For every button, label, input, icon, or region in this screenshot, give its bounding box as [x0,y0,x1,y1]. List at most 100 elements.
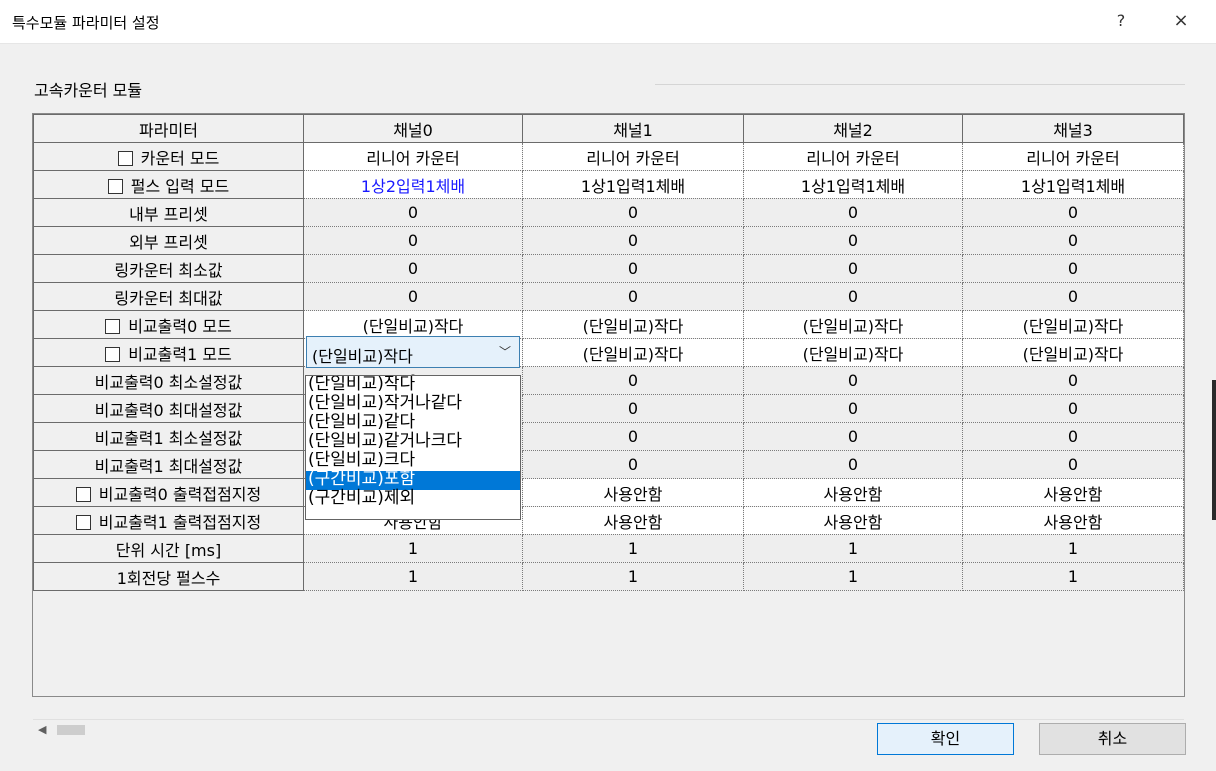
grid-cell[interactable]: 0 [522,282,744,311]
row-checkbox[interactable] [105,318,121,334]
grid-cell[interactable]: 0 [743,198,963,227]
chevron-down-icon[interactable]: ﹀ [499,343,511,360]
grid-cell[interactable]: 1 [962,562,1184,591]
row-header: 비교출력1 모드 [33,338,304,367]
grid-cell[interactable]: 0 [743,366,963,395]
grid-cell[interactable]: 0 [962,450,1184,479]
row-label: 링카운터 최소값 [114,260,223,280]
table-row: 비교출력0 최소설정값0000 [33,366,1184,395]
grid-cell[interactable]: 0 [743,394,963,423]
header-row: 파라미터 채널0 채널1 채널2 채널3 [33,114,1184,143]
grid-cell[interactable]: 1 [303,534,523,563]
compare-output0-mode-combo[interactable]: (단일비교)작다 ﹀ [306,336,520,368]
row-header: 비교출력1 출력접점지정 [33,506,304,535]
grid-cell[interactable]: 0 [522,422,744,451]
row-checkbox[interactable] [75,514,91,530]
row-label: 단위 시간 [ms] [115,540,222,560]
grid-cell[interactable]: 사용안함 [522,506,744,535]
scroll-left-icon[interactable]: ◀ [38,723,46,736]
grid-cell[interactable]: (단일비교)작다 [962,338,1184,367]
grid-cell[interactable]: 1 [522,534,744,563]
row-label: 비교출력1 최대설정값 [94,456,243,476]
grid-cell[interactable]: 리니어 카운터 [962,142,1184,171]
grid-cell[interactable]: 1상2입력1체배 [303,170,523,199]
cancel-button[interactable]: 취소 [1039,723,1186,755]
row-checkbox[interactable] [117,150,133,166]
grid-cell[interactable]: 0 [743,226,963,255]
grid-cell[interactable]: 리니어 카운터 [743,142,963,171]
mode-dropdown-list[interactable]: (단일비교)작다 (단일비교)작거나같다 (단일비교)같다 (단일비교)같거나크다 (단… [305,375,521,520]
table-row: 카운터 모드 리니어 카운터 리니어 카운터 리니어 카운터 리니어 카운터 [33,142,1184,171]
grid-cell[interactable]: 1 [743,562,963,591]
grid-cell[interactable]: 0 [743,282,963,311]
grid-cell[interactable]: 0 [962,254,1184,283]
table-row: 단위 시간 [ms] 1 1 1 1 [33,534,1184,563]
row-header: 비교출력0 최소설정값 [33,366,304,395]
grid-cell[interactable]: (단일비교)작다 [743,310,963,339]
combo-value: (단일비교)작다 [312,347,413,366]
grid-cell[interactable]: 0 [743,422,963,451]
row-header: 비교출력0 최대설정값 [33,394,304,423]
grid-cell[interactable]: 0 [522,198,744,227]
grid-cell[interactable]: (단일비교)작다 [743,338,963,367]
grid-cell[interactable]: 1상1입력1체배 [962,170,1184,199]
row-checkbox[interactable] [107,178,123,194]
table-row: 비교출력0 최대설정값0000 [33,394,1184,423]
grid-cell[interactable]: 0 [303,226,523,255]
grid-cell[interactable]: 0 [743,254,963,283]
group-label: 고속카운터 모듈 [34,81,143,100]
grid-cell[interactable]: 1 [303,562,523,591]
table-row: 비교출력1 최대설정값0000 [33,450,1184,479]
row-label: 1회전당 펄스수 [116,568,221,588]
help-button[interactable]: ? [1106,6,1136,36]
grid-cell[interactable]: 1 [962,534,1184,563]
grid-cell[interactable]: 리니어 카운터 [522,142,744,171]
row-label: 비교출력1 출력접점지정 [98,512,262,532]
grid-cell[interactable]: 0 [962,422,1184,451]
table-row: 비교출력0 출력접점지정사용안함사용안함사용안함사용안함 [33,478,1184,507]
grid-cell[interactable]: 1 [743,534,963,563]
grid-cell[interactable]: 1 [522,562,744,591]
grid-cell[interactable]: 0 [522,366,744,395]
grid-cell[interactable]: 1상1입력1체배 [743,170,963,199]
grid-cell[interactable]: 사용안함 [962,478,1184,507]
grid-cell[interactable]: 사용안함 [743,506,963,535]
row-checkbox[interactable] [75,486,91,502]
grid-cell[interactable]: 0 [522,254,744,283]
grid-cell[interactable]: 0 [962,282,1184,311]
grid-cell[interactable]: 0 [743,450,963,479]
row-header: 내부 프리셋 [33,198,304,227]
table-row: 링카운터 최소값 0 0 0 0 [33,254,1184,283]
grid-cell[interactable]: 0 [962,198,1184,227]
close-button[interactable]: × [1166,6,1196,36]
grid-cell[interactable]: (단일비교)작다 [522,310,744,339]
column-header: 채널2 [743,114,963,143]
grid-cell[interactable]: (단일비교)작다 [303,310,523,339]
grid-cell[interactable]: 0 [522,226,744,255]
grid-cell[interactable]: (단일비교)작다 [962,310,1184,339]
dropdown-option[interactable]: (구간비교)제외 [306,490,520,509]
grid-cell[interactable]: 0 [303,198,523,227]
grid-cell[interactable]: 0 [962,226,1184,255]
grid-cell[interactable]: 0 [962,366,1184,395]
grid-cell[interactable]: 0 [303,282,523,311]
parameter-grid: 파라미터 채널0 채널1 채널2 채널3 카운터 모드 리니어 카운터 리니어 카운… [32,113,1185,697]
grid-cell[interactable]: 0 [303,254,523,283]
row-checkbox[interactable] [105,346,121,362]
column-header: 채널3 [962,114,1184,143]
grid-cell[interactable]: 0 [522,450,744,479]
row-label: 비교출력1 최소설정값 [94,428,243,448]
grid-cell[interactable]: 리니어 카운터 [303,142,523,171]
grid-cell[interactable]: 0 [962,394,1184,423]
grid-cell[interactable]: 사용안함 [743,478,963,507]
grid-cell[interactable]: 사용안함 [522,478,744,507]
ok-button[interactable]: 확인 [877,723,1014,755]
grid-cell[interactable]: (단일비교)작다 [522,338,744,367]
grid-cell[interactable]: 1상1입력1체배 [522,170,744,199]
grid-cell[interactable]: 0 [522,394,744,423]
window-title: 특수모듈 파라미터 설정 [12,14,160,32]
scroll-thumb[interactable] [57,725,85,735]
grid-cell[interactable]: 사용안함 [962,506,1184,535]
column-header: 파라미터 [33,114,304,143]
row-header: 펄스 입력 모드 [33,170,304,199]
